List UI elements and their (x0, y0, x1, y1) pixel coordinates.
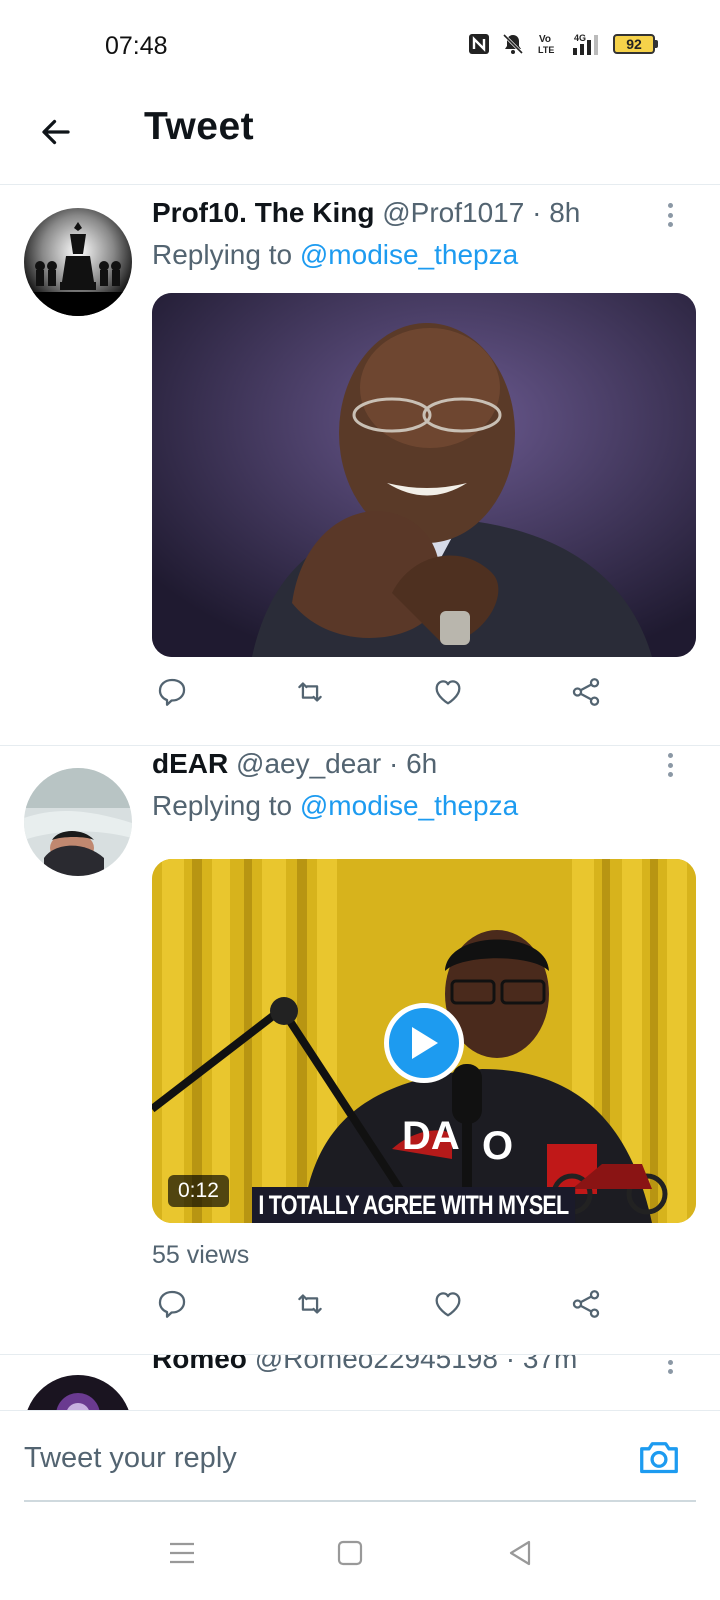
tweet[interactable]: Prof10. The King @Prof1017 · 8h Replying… (0, 185, 720, 745)
bell-muted-icon (501, 32, 525, 56)
reply-icon (158, 1290, 186, 1318)
camera-icon (640, 1442, 678, 1474)
handle[interactable]: @Romeo22945198 (255, 1355, 498, 1374)
tweet-header: Prof10. The King @Prof1017 · 8h (152, 197, 580, 229)
reply-bar (0, 1410, 720, 1505)
timestamp: · 8h (532, 197, 581, 228)
home-button[interactable] (328, 1533, 372, 1573)
view-count: 55 views (152, 1241, 250, 1269)
play-button[interactable] (384, 1003, 464, 1083)
replying-label: Replying to (152, 790, 300, 821)
timestamp: · 6h (388, 748, 438, 779)
page-title: Tweet (144, 105, 255, 148)
reply-button[interactable] (152, 1284, 192, 1324)
battery-level: 92 (613, 34, 655, 54)
tweet[interactable]: Romeo @Romeo22945198 · 37m (0, 1355, 720, 1410)
like-icon (435, 1292, 461, 1317)
video-duration: 0:12 (168, 1175, 229, 1207)
signal-4g-icon: 4G (569, 32, 603, 56)
mention-link[interactable]: @modise_thepza (300, 239, 518, 270)
nfc-icon (467, 32, 491, 56)
svg-text:Vo: Vo (539, 34, 551, 45)
reply-icon (158, 678, 186, 706)
more-dot-icon (667, 203, 673, 208)
like-button[interactable] (428, 1284, 468, 1324)
replying-to: Replying to @modise_thepza (152, 239, 518, 271)
system-back-button[interactable] (498, 1533, 542, 1573)
tweet-video[interactable]: DA O I TOTALLY AGREE WITH MYSEL 0:12 (152, 859, 696, 1223)
network-label: 4G (574, 33, 586, 43)
back-button[interactable] (34, 110, 78, 154)
arrow-left-icon (42, 119, 70, 145)
tweet-header: Romeo @Romeo22945198 · 37m (152, 1355, 577, 1375)
svg-text:O: O (482, 1124, 513, 1168)
share-icon (572, 1290, 600, 1318)
reply-button[interactable] (152, 672, 192, 712)
more-options-button[interactable] (660, 750, 680, 780)
like-icon (435, 680, 461, 705)
handle[interactable]: @aey_dear (236, 748, 381, 779)
tweet[interactable]: dEAR @aey_dear · 6h Replying to @modise_… (0, 746, 720, 1354)
menu-button[interactable] (160, 1533, 204, 1573)
timestamp: · 37m (505, 1355, 578, 1374)
header: Tweet (0, 90, 720, 185)
home-square-icon (337, 1540, 363, 1566)
share-button[interactable] (566, 672, 606, 712)
mention-link[interactable]: @modise_thepza (300, 790, 518, 821)
tweet-actions (152, 1284, 632, 1328)
video-caption: I TOTALLY AGREE WITH MYSEL (252, 1187, 575, 1223)
share-button[interactable] (566, 1284, 606, 1324)
tweet-actions (152, 672, 632, 716)
share-icon (572, 678, 600, 706)
back-triangle-icon (509, 1540, 531, 1566)
display-name[interactable]: dEAR (152, 748, 228, 779)
volte-icon: Vo LTE (535, 32, 559, 56)
svg-text:LTE: LTE (538, 45, 554, 55)
avatar[interactable] (24, 768, 132, 876)
svg-text:DA: DA (402, 1114, 460, 1158)
more-options-button[interactable] (660, 200, 680, 230)
status-time: 07:48 (105, 32, 168, 60)
retweet-icon (298, 1294, 322, 1314)
tweet-image[interactable] (152, 293, 696, 657)
replying-label: Replying to (152, 239, 300, 270)
tweet-header: dEAR @aey_dear · 6h (152, 748, 437, 780)
reply-input[interactable] (24, 1433, 604, 1483)
more-options-button[interactable] (660, 1355, 680, 1377)
display-name[interactable]: Romeo (152, 1355, 247, 1374)
handle[interactable]: @Prof1017 (382, 197, 524, 228)
replying-to: Replying to @modise_thepza (152, 790, 518, 822)
display-name[interactable]: Prof10. The King (152, 197, 374, 228)
status-bar: 07:48 Vo LTE 4G 92 (0, 0, 720, 90)
avatar[interactable] (24, 1375, 132, 1410)
retweet-button[interactable] (290, 672, 330, 712)
system-nav-bar (0, 1505, 720, 1600)
retweet-icon (298, 682, 322, 702)
battery-icon: 92 (613, 34, 658, 54)
like-button[interactable] (428, 672, 468, 712)
reply-underline (24, 1500, 696, 1502)
camera-button[interactable] (636, 1435, 682, 1479)
retweet-button[interactable] (290, 1284, 330, 1324)
avatar[interactable] (24, 208, 132, 316)
menu-icon (170, 1542, 194, 1564)
status-icons: Vo LTE 4G 92 (467, 32, 658, 56)
play-icon (412, 1027, 438, 1059)
more-dot-icon (667, 753, 673, 758)
